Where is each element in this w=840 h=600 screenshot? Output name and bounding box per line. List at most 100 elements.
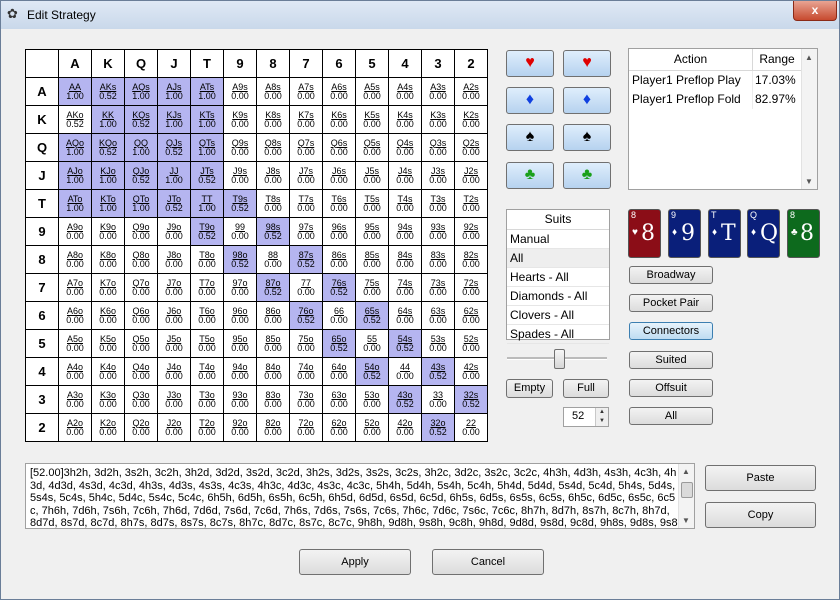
hand-cell[interactable]: 54s 0.52 (388, 329, 422, 358)
hand-cell[interactable]: Q9o 0.00 (124, 217, 158, 246)
hand-cell[interactable]: J8o 0.00 (157, 245, 191, 274)
hand-cell[interactable]: KTs 1.00 (190, 105, 224, 134)
hand-cell[interactable]: KQo 0.52 (91, 133, 125, 162)
board-card[interactable]: 9 ♦ 9 (668, 209, 701, 258)
hand-cell[interactable]: T5o 0.00 (190, 329, 224, 358)
hand-cell[interactable]: 66 0.00 (322, 301, 356, 330)
hand-cell[interactable]: 93s 0.00 (421, 217, 455, 246)
column-header[interactable]: J (157, 49, 191, 78)
apply-button[interactable]: Apply (299, 549, 411, 575)
hand-cell[interactable]: 87o 0.52 (256, 273, 290, 302)
hand-cell[interactable]: KQs 0.52 (124, 105, 158, 134)
hand-cell[interactable]: A8s 0.00 (256, 77, 290, 106)
hand-cell[interactable]: 96s 0.00 (322, 217, 356, 246)
hand-cell[interactable]: T2s 0.00 (454, 189, 488, 218)
hand-cell[interactable]: 53s 0.00 (421, 329, 455, 358)
hand-cell[interactable]: AQo 1.00 (58, 133, 92, 162)
hand-cell[interactable]: A9s 0.00 (223, 77, 257, 106)
hand-cell[interactable]: K2o 0.00 (91, 413, 125, 442)
hand-cell[interactable]: 63o 0.00 (322, 385, 356, 414)
hand-cell[interactable]: 95o 0.00 (223, 329, 257, 358)
hand-cell[interactable]: A6s 0.00 (322, 77, 356, 106)
hand-cell[interactable]: AJo 1.00 (58, 161, 92, 190)
row-header[interactable]: 5 (25, 329, 59, 358)
hand-cell[interactable]: 55 0.00 (355, 329, 389, 358)
hand-cell[interactable]: JTo 0.52 (157, 189, 191, 218)
range-text-scrollbar[interactable]: ▲ ▼ (678, 464, 694, 528)
hand-cell[interactable]: 52s 0.00 (454, 329, 488, 358)
hand-cell[interactable]: 77 0.00 (289, 273, 323, 302)
hand-cell[interactable]: TT 1.00 (190, 189, 224, 218)
hand-cell[interactable]: KK 1.00 (91, 105, 125, 134)
hand-cell[interactable]: 97s 0.00 (289, 217, 323, 246)
hand-cell[interactable]: AKs 0.52 (91, 77, 125, 106)
hand-cell[interactable]: 84s 0.00 (388, 245, 422, 274)
hand-cell[interactable]: 42s 0.00 (454, 357, 488, 386)
hand-cell[interactable]: 86o 0.00 (256, 301, 290, 330)
connectors-button[interactable]: Connectors (629, 322, 713, 340)
row-header[interactable]: T (25, 189, 59, 218)
offsuit-button[interactable]: Offsuit (629, 379, 713, 397)
hand-cell[interactable]: A7s 0.00 (289, 77, 323, 106)
board-card[interactable]: T ♦ T (708, 209, 741, 258)
hand-cell[interactable]: T6o 0.00 (190, 301, 224, 330)
hand-cell[interactable]: 76o 0.52 (289, 301, 323, 330)
hand-cell[interactable]: 94s 0.00 (388, 217, 422, 246)
hand-cell[interactable]: 83s 0.00 (421, 245, 455, 274)
range-slider-thumb[interactable] (554, 349, 565, 369)
column-header[interactable]: 6 (322, 49, 356, 78)
hand-cell[interactable]: AA 1.00 (58, 77, 92, 106)
hand-cell[interactable]: 42o 0.00 (388, 413, 422, 442)
hand-cell[interactable]: JJ 1.00 (157, 161, 191, 190)
hand-cell[interactable]: QQ 1.00 (124, 133, 158, 162)
row-header[interactable]: 6 (25, 301, 59, 330)
hand-cell[interactable]: KJs 1.00 (157, 105, 191, 134)
title-bar[interactable]: ✿ Edit Strategy x (1, 1, 839, 29)
full-button[interactable]: Full (563, 379, 609, 398)
hand-cell[interactable]: 63s 0.00 (421, 301, 455, 330)
row-header[interactable]: 9 (25, 217, 59, 246)
hand-cell[interactable]: 76s 0.52 (322, 273, 356, 302)
hand-cell[interactable]: A5s 0.00 (355, 77, 389, 106)
hand-cell[interactable]: Q4s 0.00 (388, 133, 422, 162)
hand-cell[interactable]: A2s 0.00 (454, 77, 488, 106)
suit-filter-button[interactable]: ♣ (563, 162, 611, 189)
hand-cell[interactable]: K6o 0.00 (91, 301, 125, 330)
row-header[interactable]: 8 (25, 245, 59, 274)
row-header[interactable]: J (25, 161, 59, 190)
row-header[interactable]: A (25, 77, 59, 106)
hand-cell[interactable]: T6s 0.00 (322, 189, 356, 218)
hand-cell[interactable]: K5o 0.00 (91, 329, 125, 358)
hand-cell[interactable]: J4s 0.00 (388, 161, 422, 190)
hand-cell[interactable]: 22 0.00 (454, 413, 488, 442)
hand-cell[interactable]: 54o 0.52 (355, 357, 389, 386)
suit-filter-button[interactable]: ♦ (506, 87, 554, 114)
hand-cell[interactable]: QTo 1.00 (124, 189, 158, 218)
hand-cell[interactable]: 86s 0.00 (322, 245, 356, 274)
hand-cell[interactable]: K7s 0.00 (289, 105, 323, 134)
row-header[interactable]: 2 (25, 413, 59, 442)
hand-cell[interactable]: KTo 1.00 (91, 189, 125, 218)
suits-item-clovers[interactable]: Clovers - All (507, 306, 609, 325)
hand-cell[interactable]: AJs 1.00 (157, 77, 191, 106)
suit-filter-button[interactable]: ♥ (563, 50, 611, 77)
suit-filter-button[interactable]: ♠ (506, 124, 554, 151)
hand-cell[interactable]: 84o 0.00 (256, 357, 290, 386)
hand-cell[interactable]: 65s 0.52 (355, 301, 389, 330)
suit-filter-button[interactable]: ♦ (563, 87, 611, 114)
empty-button[interactable]: Empty (506, 379, 553, 398)
hand-cell[interactable]: 64s 0.00 (388, 301, 422, 330)
scroll-thumb[interactable] (681, 482, 693, 498)
hand-cell[interactable]: 82s 0.00 (454, 245, 488, 274)
hand-cell[interactable]: A9o 0.00 (58, 217, 92, 246)
hand-cell[interactable]: T4o 0.00 (190, 357, 224, 386)
hand-cell[interactable]: K4s 0.00 (388, 105, 422, 134)
hand-cell[interactable]: K3s 0.00 (421, 105, 455, 134)
column-header[interactable]: T (190, 49, 224, 78)
header-action[interactable]: Action (629, 49, 753, 70)
hand-cell[interactable]: J5o 0.00 (157, 329, 191, 358)
hand-cell[interactable]: 62s 0.00 (454, 301, 488, 330)
hand-cell[interactable]: 75o 0.00 (289, 329, 323, 358)
board-card[interactable]: 8 ♥ 8 (628, 209, 661, 258)
hand-cell[interactable]: Q4o 0.00 (124, 357, 158, 386)
